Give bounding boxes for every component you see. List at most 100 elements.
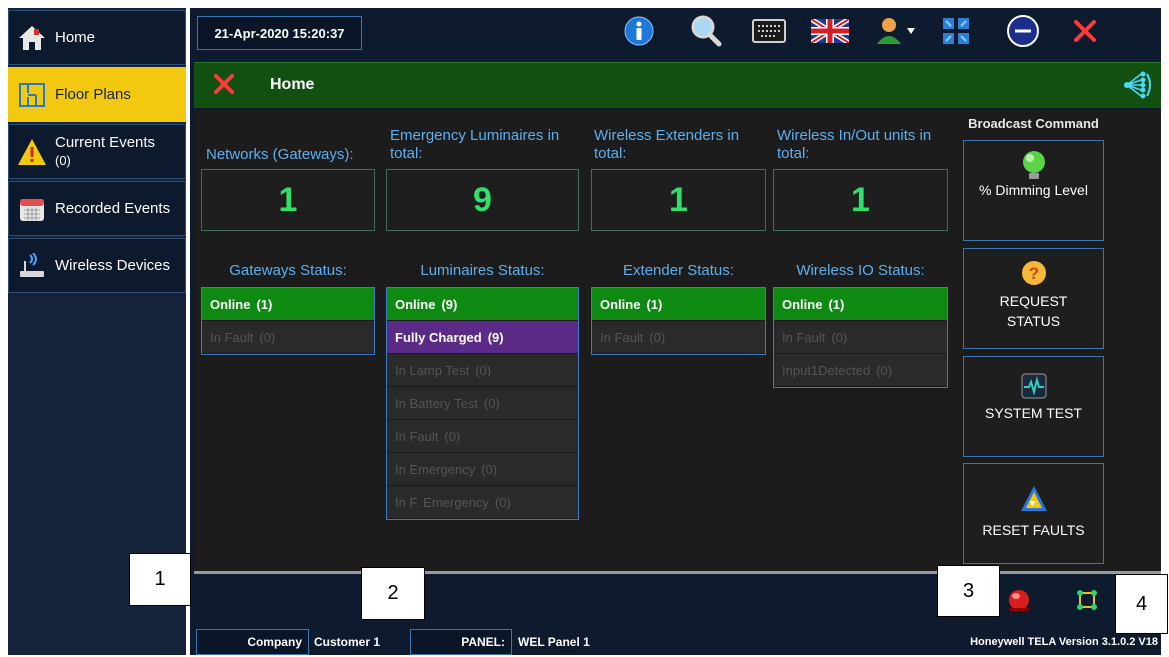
floor-plan-icon [15,78,49,112]
info-button[interactable] [617,14,661,52]
event-count: (0) [55,152,71,168]
system-test-button[interactable]: SYSTEM TEST [963,356,1104,457]
network-icon [1121,71,1155,104]
status-count: (1) [646,296,663,312]
status-label: In F. Emergency [395,494,489,510]
callout-2: 2 [361,567,425,620]
status-count: (0) [481,461,498,477]
status-label: Online [395,296,436,312]
wireless-io-total-label: Wireless In/Out units in total: [777,127,932,162]
minimize-button[interactable] [1001,14,1045,52]
status-label: Input1Detected [782,362,871,378]
heartbeat-icon [964,373,1103,399]
status-row-lamp-test[interactable]: In Lamp Test (0) [387,354,578,387]
network-button[interactable] [1121,70,1155,105]
close-icon [1073,19,1097,48]
sidebar-item-home[interactable]: Home [8,10,186,65]
language-button[interactable] [808,14,852,52]
fullscreen-button[interactable] [934,14,978,52]
request-status-label: REQUEST STATUS [999,293,1068,329]
keyboard-button[interactable] [747,14,791,52]
uk-flag-icon [809,16,851,48]
status-row-input1-detected[interactable]: Input1Detected (0) [774,354,947,387]
reset-faults-icon [964,484,1103,514]
status-label: Online [600,296,641,312]
wireless-io-status-title: Wireless IO Status: [796,262,925,279]
alarm-button[interactable] [1005,586,1033,619]
status-count: (0) [494,494,511,510]
status-count: (1) [828,296,845,312]
sidebar-item-floor-plans[interactable]: Floor Plans [8,67,186,122]
dimming-bulb-icon [964,149,1103,181]
status-row-in-fault[interactable]: In Fault (0) [774,321,947,354]
wireless-io-count: 1 [773,169,948,231]
status-row-f-emergency[interactable]: In F. Emergency (0) [387,486,578,519]
datetime-display: 21-Apr-2020 15:20:37 [197,16,362,50]
status-count: (0) [649,329,666,345]
status-row-fully-charged[interactable]: Fully Charged (9) [387,321,578,354]
callout-3: 3 [937,565,1000,617]
minimize-icon [1006,14,1040,53]
status-row-online[interactable]: Online (9) [387,288,578,321]
networks-label: Networks (Gateways): [206,146,354,163]
status-count: (9) [441,296,458,312]
extenders-total-label: Wireless Extenders in total: [594,127,740,162]
sidebar-item-wireless-devices[interactable]: Wireless Devices [8,238,186,293]
broadcast-command-title: Broadcast Command [968,116,1099,131]
status-row-in-fault[interactable]: In Fault (0) [387,420,578,453]
version-text: Honeywell TELA Version 3.1.0.2 V18 [970,636,1158,648]
panel-label: PANEL: [410,629,512,655]
status-count: (0) [831,329,848,345]
status-count: (0) [876,362,893,378]
user-menu-button[interactable] [870,14,922,52]
callout-4: 4 [1115,574,1168,634]
page-header-bar [194,62,1161,108]
status-row-in-fault[interactable]: In Fault (0) [202,321,374,354]
status-label: In Fault [395,428,439,444]
keyboard-icon [752,18,786,48]
sidebar-item-recorded-events[interactable]: Recorded Events [8,181,186,236]
extender-status-title: Extender Status: [623,262,734,279]
networks-count: 1 [201,169,375,231]
wireless-router-icon [15,249,49,283]
status-count: (0) [444,428,461,444]
search-button[interactable] [684,14,728,52]
reset-faults-button[interactable]: RESET FAULTS [963,463,1104,564]
status-label: In Fault [210,329,254,345]
status-row-in-fault[interactable]: In Fault (0) [592,321,765,354]
sidebar-item-current-events[interactable]: Current Events (0) [8,124,186,179]
close-app-button[interactable] [1063,14,1107,52]
status-label: In Fault [600,329,644,345]
dimming-level-label: % Dimming Level [979,182,1088,198]
luminaires-total-label: Emergency Luminaires in total: [390,127,560,162]
sidebar-item-label: Floor Plans [55,85,131,103]
status-row-online[interactable]: Online (1) [592,288,765,321]
info-icon [623,15,655,52]
fullscreen-icon [941,16,971,51]
dimming-level-button[interactable]: % Dimming Level [963,140,1104,241]
extender-status-list: Online (1) In Fault (0) [591,287,766,355]
status-label: In Lamp Test [395,362,470,378]
panel-value: WEL Panel 1 [518,635,590,649]
status-row-in-emergency[interactable]: In Emergency (0) [387,453,578,486]
question-icon: ? [964,259,1103,287]
request-status-button[interactable]: ? REQUEST STATUS [963,248,1104,349]
svg-text:?: ? [1028,264,1038,283]
system-test-label: SYSTEM TEST [985,405,1082,421]
alarm-bell-icon [1005,590,1033,618]
close-page-button[interactable] [212,72,236,101]
gateways-status-title: Gateways Status: [229,262,347,279]
status-label: Online [782,296,823,312]
connect-button[interactable] [1075,588,1099,617]
reset-faults-label: RESET FAULTS [982,522,1085,538]
status-row-online[interactable]: Online (1) [202,288,374,321]
status-label: In Fault [782,329,826,345]
calendar-icon [15,192,49,226]
warning-icon [15,135,49,169]
status-row-battery-test[interactable]: In Battery Test (0) [387,387,578,420]
sidebar-item-label: Recorded Events [55,199,171,217]
status-row-online[interactable]: Online (1) [774,288,947,321]
user-menu-icon [874,16,918,51]
luminaires-status-title: Luminaires Status: [420,262,545,279]
search-icon [689,14,723,53]
